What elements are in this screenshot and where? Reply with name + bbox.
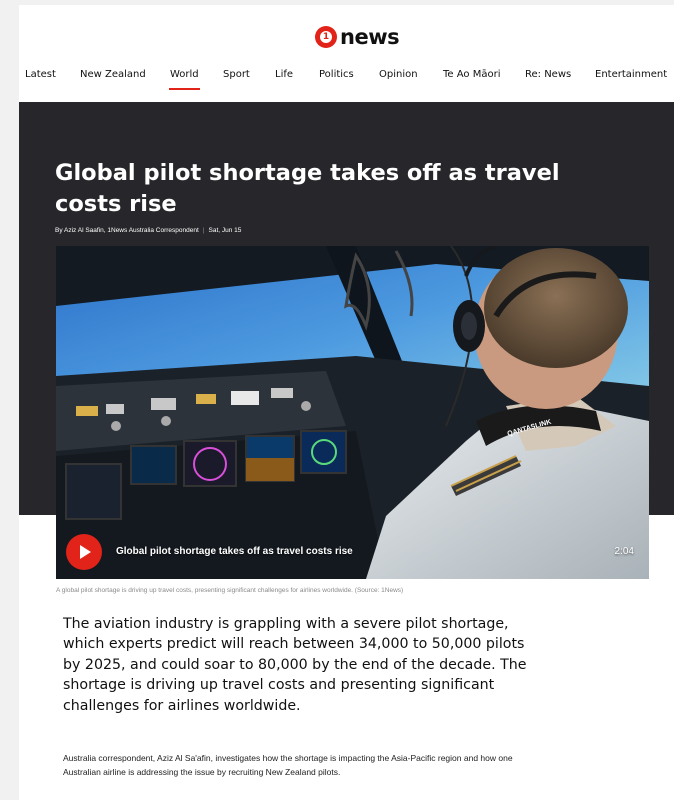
video-thumbnail-cockpit: QANTASLINK xyxy=(56,246,649,579)
nav-item-life[interactable]: Life xyxy=(275,69,293,80)
logo-wordmark: news xyxy=(340,25,400,49)
video-duration: 2:04 xyxy=(614,546,634,557)
article-title: Global pilot shortage takes off as trave… xyxy=(55,160,560,217)
nav-item-latest[interactable]: Latest xyxy=(25,69,56,80)
byline-author: By Aziz Al Saafin, 1News Australia Corre… xyxy=(55,227,199,234)
nav-item-te-ao-maori[interactable]: Te Ao Māori xyxy=(443,69,500,80)
article-byline: By Aziz Al Saafin, 1News Australia Corre… xyxy=(55,227,241,234)
1news-logo[interactable]: 1 news xyxy=(315,25,400,49)
video-title: Global pilot shortage takes off as trave… xyxy=(116,546,353,557)
article-lead: The aviation industry is grappling with … xyxy=(63,616,527,714)
nav-item-sport[interactable]: Sport xyxy=(223,69,250,80)
main-nav: Latest New Zealand World Sport Life Poli… xyxy=(0,69,674,93)
nav-item-entertainment[interactable]: Entertainment xyxy=(595,69,667,80)
video-caption: A global pilot shortage is driving up tr… xyxy=(56,587,404,594)
play-button[interactable] xyxy=(66,534,102,570)
article-body-paragraph: Australia correspondent, Aziz Al Sa'afin… xyxy=(63,753,513,777)
video-player[interactable]: QANTASLINK Global pilot shortage takes o… xyxy=(56,246,649,579)
page: 1 news Latest New Zealand World Sport Li… xyxy=(19,5,674,800)
nav-item-new-zealand[interactable]: New Zealand xyxy=(80,69,146,80)
nav-item-re-news[interactable]: Re: News xyxy=(525,69,571,80)
byline-separator: | xyxy=(202,227,205,234)
play-icon xyxy=(80,545,91,559)
nav-item-politics[interactable]: Politics xyxy=(319,69,354,80)
logo-badge-number: 1 xyxy=(322,31,330,42)
nav-item-opinion[interactable]: Opinion xyxy=(379,69,418,80)
nav-item-world[interactable]: World xyxy=(169,69,200,90)
byline-date: Sat, Jun 15 xyxy=(208,227,242,234)
logo-badge-icon: 1 xyxy=(315,26,337,48)
